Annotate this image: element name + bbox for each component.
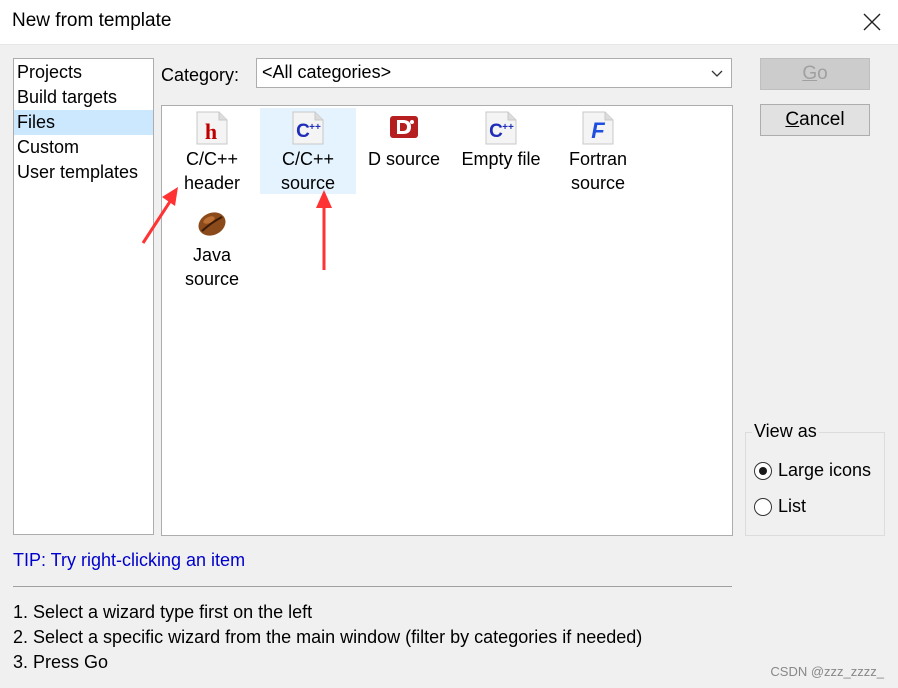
title-bar: New from template — [0, 0, 898, 45]
svg-text:F: F — [591, 118, 605, 143]
d-source-icon — [390, 116, 418, 138]
radio-button-unchecked[interactable] — [754, 497, 772, 516]
tip-text: TIP: Try right-clicking an item — [13, 550, 246, 570]
empty-file-icon: C ++ — [485, 111, 517, 145]
wizard-item-user-templates[interactable]: User templates — [14, 160, 153, 185]
radio-label: Large icons — [778, 460, 872, 480]
template-label: source — [280, 173, 336, 193]
c-header-icon: h — [196, 111, 228, 145]
watermark: CSDN @zzz_zzzz_ — [770, 664, 884, 679]
wizard-item-projects[interactable]: Projects — [14, 60, 153, 85]
chevron-down-icon — [711, 70, 723, 77]
separator — [13, 586, 732, 587]
category-label: Category: — [161, 65, 240, 85]
wizard-item-files[interactable]: Files — [14, 110, 153, 135]
view-as-group — [745, 432, 885, 536]
instruction-line: 3. Press Go — [13, 652, 109, 672]
wizard-item-custom[interactable]: Custom — [14, 135, 153, 160]
template-cpp-source[interactable]: C ++ C/C++ source — [260, 108, 356, 194]
template-fortran-source[interactable]: F Fortran source — [550, 108, 646, 194]
template-label: Empty file — [461, 149, 541, 169]
instruction-line: 2. Select a specific wizard from the mai… — [13, 627, 643, 647]
template-empty-file[interactable]: C ++ Empty file — [453, 108, 549, 172]
template-label: source — [184, 269, 240, 289]
template-c-header[interactable]: h C/C++ header — [164, 108, 260, 194]
svg-text:h: h — [205, 119, 217, 144]
template-label: C/C++ — [185, 149, 239, 169]
wizard-item-build-targets[interactable]: Build targets — [14, 85, 153, 110]
svg-text:++: ++ — [502, 122, 514, 133]
category-value: <All categories> — [262, 62, 392, 82]
view-as-legend: View as — [752, 421, 819, 442]
template-label: D source — [367, 149, 441, 169]
window-title: New from template — [12, 10, 172, 31]
template-d-source[interactable]: D source — [356, 108, 452, 172]
radio-label: List — [778, 496, 807, 516]
template-icons-pane[interactable]: h C/C++ header C ++ C/C++ source D sourc… — [161, 105, 733, 536]
svg-text:C: C — [489, 121, 503, 142]
svg-text:C: C — [296, 121, 310, 142]
template-label: source — [570, 173, 626, 193]
view-large-icons-option[interactable]: Large icons — [754, 460, 871, 481]
instruction-line: 1. Select a wizard type first on the lef… — [13, 602, 313, 622]
template-label: C/C++ — [281, 149, 335, 169]
svg-text:++: ++ — [309, 122, 321, 133]
java-source-icon — [198, 212, 226, 236]
wizard-type-list[interactable]: Projects Build targets Files Custom User… — [13, 58, 154, 535]
cpp-source-icon: C ++ — [292, 111, 324, 145]
template-label: Fortran — [568, 149, 628, 169]
close-button[interactable] — [846, 0, 898, 44]
template-java-source[interactable]: Java source — [164, 204, 260, 290]
template-label: Java — [192, 245, 232, 265]
close-icon — [863, 13, 881, 31]
template-label: header — [183, 173, 241, 193]
go-button[interactable]: Go — [760, 58, 870, 90]
cancel-button[interactable]: Cancel — [760, 104, 870, 136]
radio-button-checked[interactable] — [754, 461, 772, 480]
view-list-option[interactable]: List — [754, 496, 806, 517]
category-dropdown[interactable]: <All categories> — [256, 58, 732, 88]
fortran-source-icon: F — [582, 111, 614, 145]
